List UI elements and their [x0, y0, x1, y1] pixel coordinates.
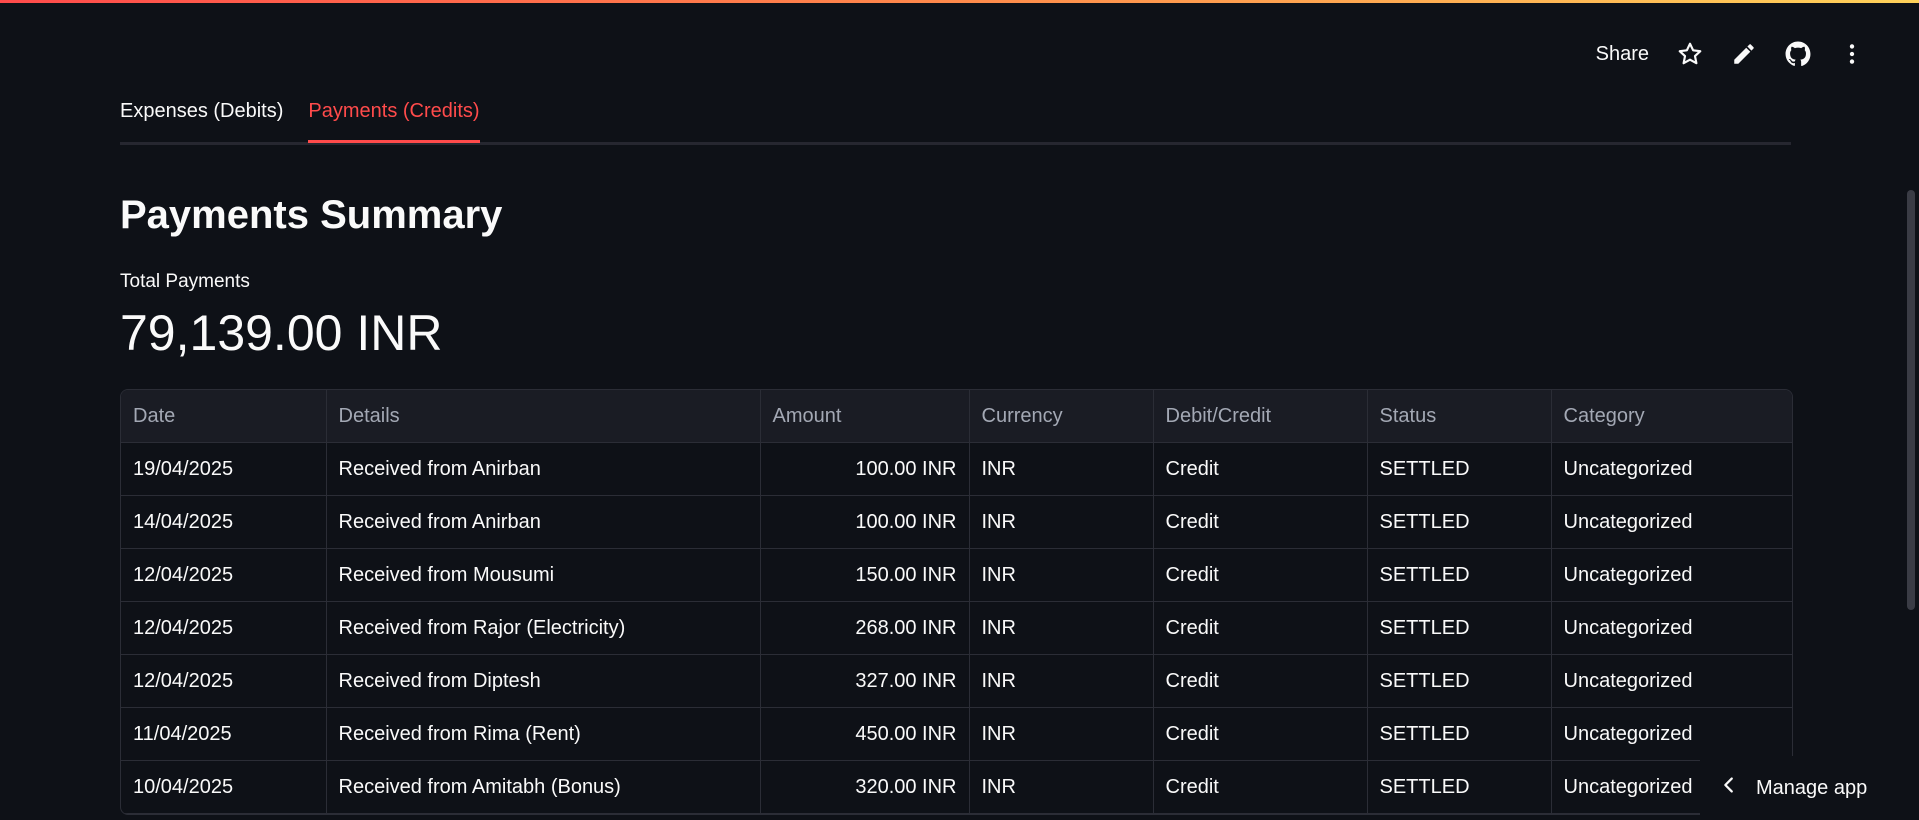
table-row: 12/04/2025 Received from Rajor (Electric…: [121, 601, 1792, 655]
column-header-details[interactable]: Details: [326, 390, 761, 443]
cell-amount[interactable]: 268.00 INR: [760, 601, 970, 655]
cell-amount[interactable]: 450.00 INR: [760, 707, 970, 761]
cell-debit-credit[interactable]: Credit: [1153, 495, 1368, 549]
header-actions: Share: [1582, 36, 1879, 72]
cell-status[interactable]: SETTLED: [1367, 442, 1552, 496]
github-icon[interactable]: [1771, 36, 1825, 72]
cell-details[interactable]: Received from Anirban: [326, 442, 761, 496]
table-row: 12/04/2025 Received from Mousumi 150.00 …: [121, 548, 1792, 602]
manage-app-button[interactable]: Manage app: [1700, 756, 1919, 820]
manage-app-label: Manage app: [1756, 776, 1868, 799]
tab-expenses[interactable]: Expenses (Debits): [120, 92, 283, 140]
cell-date[interactable]: 11/04/2025: [121, 707, 327, 761]
cell-category[interactable]: Uncategorized: [1551, 442, 1792, 496]
share-button[interactable]: Share: [1582, 37, 1663, 72]
table-row: 12/04/2025 Received from Diptesh 327.00 …: [121, 654, 1792, 708]
cell-currency[interactable]: INR: [969, 601, 1154, 655]
cell-currency[interactable]: INR: [969, 548, 1154, 602]
cell-category[interactable]: Uncategorized: [1551, 601, 1792, 655]
cell-category[interactable]: Uncategorized: [1551, 707, 1792, 761]
cell-status[interactable]: SETTLED: [1367, 654, 1552, 708]
cell-currency[interactable]: INR: [969, 495, 1154, 549]
cell-details[interactable]: Received from Mousumi: [326, 548, 761, 602]
cell-debit-credit[interactable]: Credit: [1153, 654, 1368, 708]
chevron-left-icon: [1718, 774, 1740, 802]
cell-category[interactable]: Uncategorized: [1551, 495, 1792, 549]
cell-details[interactable]: Received from Amitabh (Bonus): [326, 760, 761, 814]
page-title: Payments Summary: [120, 193, 503, 237]
tab-bar: Expenses (Debits) Payments (Credits): [120, 92, 1791, 145]
table-row: 11/04/2025 Received from Rima (Rent) 450…: [121, 707, 1792, 761]
cell-currency[interactable]: INR: [969, 707, 1154, 761]
cell-details[interactable]: Received from Rima (Rent): [326, 707, 761, 761]
main-content: Expenses (Debits) Payments (Credits) Pay…: [120, 92, 1793, 815]
cell-currency[interactable]: INR: [969, 654, 1154, 708]
cell-date[interactable]: 19/04/2025: [121, 442, 327, 496]
cell-status[interactable]: SETTLED: [1367, 548, 1552, 602]
cell-amount[interactable]: 150.00 INR: [760, 548, 970, 602]
table-row: 14/04/2025 Received from Anirban 100.00 …: [121, 495, 1792, 549]
column-header-status[interactable]: Status: [1367, 390, 1552, 443]
cell-category[interactable]: Uncategorized: [1551, 654, 1792, 708]
page-scrollbar[interactable]: [1907, 190, 1915, 610]
cell-date[interactable]: 12/04/2025: [121, 601, 327, 655]
star-icon[interactable]: [1663, 36, 1717, 72]
pencil-icon[interactable]: [1717, 36, 1771, 72]
cell-status[interactable]: SETTLED: [1367, 707, 1552, 761]
more-vertical-icon[interactable]: [1825, 36, 1879, 72]
table-row: 10/04/2025 Received from Amitabh (Bonus)…: [121, 760, 1792, 814]
cell-debit-credit[interactable]: Credit: [1153, 442, 1368, 496]
cell-status[interactable]: SETTLED: [1367, 601, 1552, 655]
cell-date[interactable]: 12/04/2025: [121, 548, 327, 602]
column-header-amount[interactable]: Amount: [760, 390, 970, 443]
cell-status[interactable]: SETTLED: [1367, 495, 1552, 549]
cell-date[interactable]: 12/04/2025: [121, 654, 327, 708]
top-accent-bar: [0, 0, 1919, 3]
cell-debit-credit[interactable]: Credit: [1153, 707, 1368, 761]
column-header-currency[interactable]: Currency: [969, 390, 1154, 443]
cell-debit-credit[interactable]: Credit: [1153, 548, 1368, 602]
cell-amount[interactable]: 320.00 INR: [760, 760, 970, 814]
cell-debit-credit[interactable]: Credit: [1153, 760, 1368, 814]
cell-amount[interactable]: 100.00 INR: [760, 495, 970, 549]
cell-details[interactable]: Received from Rajor (Electricity): [326, 601, 761, 655]
cell-date[interactable]: 14/04/2025: [121, 495, 327, 549]
table-header-row: Date Details Amount Currency Debit/Credi…: [121, 390, 1792, 443]
table-row: 19/04/2025 Received from Anirban 100.00 …: [121, 442, 1792, 496]
column-header-category[interactable]: Category: [1551, 390, 1792, 443]
cell-status[interactable]: SETTLED: [1367, 760, 1552, 814]
cell-currency[interactable]: INR: [969, 442, 1154, 496]
cell-date[interactable]: 10/04/2025: [121, 760, 327, 814]
cell-amount[interactable]: 327.00 INR: [760, 654, 970, 708]
payments-table[interactable]: Date Details Amount Currency Debit/Credi…: [120, 389, 1793, 815]
cell-details[interactable]: Received from Anirban: [326, 495, 761, 549]
cell-debit-credit[interactable]: Credit: [1153, 601, 1368, 655]
tab-payments[interactable]: Payments (Credits): [308, 92, 480, 143]
metric-label: Total Payments: [120, 271, 250, 292]
column-header-debit-credit[interactable]: Debit/Credit: [1153, 390, 1368, 443]
cell-currency[interactable]: INR: [969, 760, 1154, 814]
cell-amount[interactable]: 100.00 INR: [760, 442, 970, 496]
cell-details[interactable]: Received from Diptesh: [326, 654, 761, 708]
metric-value: 79,139.00 INR: [120, 305, 443, 361]
cell-category[interactable]: Uncategorized: [1551, 548, 1792, 602]
column-header-date[interactable]: Date: [121, 390, 327, 443]
